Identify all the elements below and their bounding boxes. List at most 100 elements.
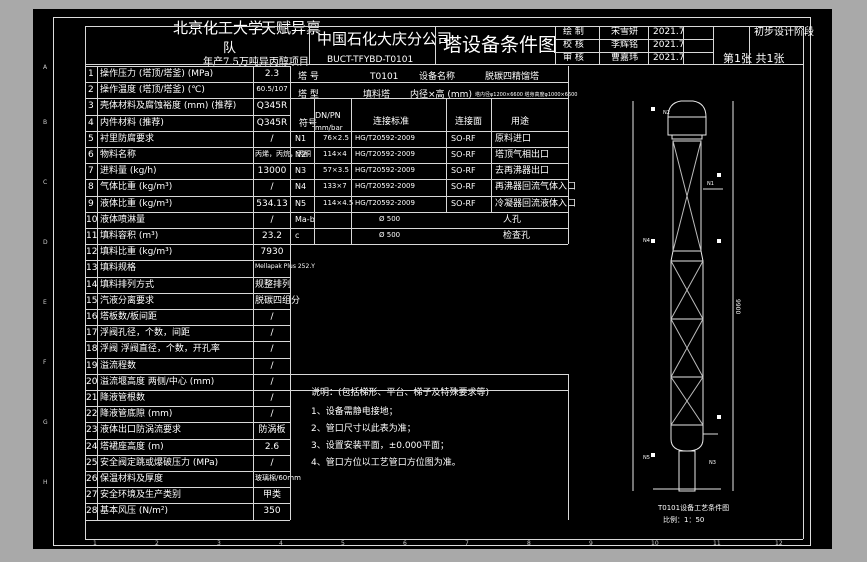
drawing-canvas: 北京化工大学 天赋异禀 队 年产7.5万吨异丙醇项目 中国石化大庆分公司 BUC… xyxy=(33,9,832,549)
nozzle-standard: HG/T20592-2009 xyxy=(355,133,415,142)
column-height: 9900 xyxy=(734,299,741,314)
grid-line xyxy=(85,438,290,440)
grid-line xyxy=(290,373,568,375)
column-drawing: 9900 N3 N1 N2 N4 N5 xyxy=(632,100,741,492)
param-no: 2 xyxy=(88,85,94,96)
param-no: 4 xyxy=(88,117,94,128)
grid-line xyxy=(290,244,568,246)
grid-line xyxy=(85,114,290,116)
grid-line xyxy=(290,130,568,132)
grid-line xyxy=(85,341,290,343)
param-value: / xyxy=(270,409,274,420)
doc-title: 塔设备条件图 xyxy=(443,34,558,56)
grid-line xyxy=(85,130,290,132)
grid-line xyxy=(555,52,713,53)
param-value: Q345R xyxy=(256,101,288,112)
grid-line xyxy=(85,26,803,27)
grid-line xyxy=(435,26,436,64)
param-no: 27 xyxy=(86,490,98,501)
grid-line xyxy=(85,66,290,67)
border-number: 4 xyxy=(279,540,283,547)
param-value: 60.5/107 xyxy=(256,85,288,94)
team-name-2: 队 xyxy=(223,41,237,56)
sign-name: 曹嘉玮 xyxy=(611,53,639,63)
grid-line xyxy=(290,163,568,165)
param-value: / xyxy=(270,344,274,355)
equip-name: 脱碳四精馏塔 xyxy=(485,72,540,82)
param-name: 填料比重 (kg/m³) xyxy=(100,247,173,258)
svg-text:N5: N5 xyxy=(643,455,650,461)
grid-line xyxy=(85,64,803,65)
param-value: 2.6 xyxy=(264,441,280,452)
equip-no: T0101 xyxy=(370,72,399,82)
grid-line xyxy=(85,454,290,456)
nozzle-standard: HG/T20592-2009 xyxy=(355,166,415,175)
param-value: / xyxy=(270,328,274,339)
nozzle-dn: 114×4 xyxy=(323,150,347,158)
param-no: 13 xyxy=(86,263,98,274)
param-no: 11 xyxy=(86,231,98,241)
param-value: / xyxy=(270,457,274,468)
param-value: / xyxy=(270,376,274,387)
param-no: 15 xyxy=(86,295,98,306)
grid-line xyxy=(568,373,569,520)
nozzle-face: SO-RF xyxy=(451,166,476,176)
param-name: 物料名称 xyxy=(100,150,137,160)
border-number: 5 xyxy=(341,540,345,547)
grid-line xyxy=(85,390,290,391)
param-value: 23.2 xyxy=(261,231,283,241)
param-name: 塔板数/板间距 xyxy=(100,312,158,322)
grid-line xyxy=(290,147,568,148)
drawing-caption: T0101设备工艺条件图 xyxy=(658,504,730,512)
nozzle-use: 塔顶气相出口 xyxy=(495,150,550,160)
param-name: 降液管底隙 (mm) xyxy=(100,409,173,420)
param-name: 液体比重 (kg/m³) xyxy=(100,198,173,209)
param-value: 13000 xyxy=(257,166,287,177)
grid-line xyxy=(351,98,352,245)
param-no: 7 xyxy=(88,166,94,177)
param-no: 24 xyxy=(86,441,98,452)
grid-line xyxy=(290,82,568,84)
nozzle-head-std: 连接标准 xyxy=(373,117,410,127)
grid-line xyxy=(290,66,291,520)
param-value: 甲类 xyxy=(262,490,281,501)
sheet-count: 第1张 共1张 xyxy=(723,52,785,65)
nozzle-symbol: N5 xyxy=(295,198,307,208)
param-value: / xyxy=(270,360,274,371)
param-no: 21 xyxy=(86,393,98,403)
param-no: 6 xyxy=(88,150,94,160)
company-name: 中国石化大庆分公司 xyxy=(317,30,453,48)
nozzle-dn: 114×4.5 xyxy=(323,198,354,207)
border-number: 6 xyxy=(403,540,407,547)
param-no: 22 xyxy=(86,409,98,420)
sign-date: 2021.7 xyxy=(653,27,685,37)
param-name: 壳体材料及腐蚀裕度 (mm) (推荐) xyxy=(100,101,237,112)
param-name: 基本风压 (N/m²) xyxy=(100,506,169,517)
svg-text:N1: N1 xyxy=(707,181,714,187)
sign-name: 宋雪妍 xyxy=(611,27,639,37)
grid-line xyxy=(85,373,290,375)
grid-line xyxy=(290,228,568,229)
grid-line xyxy=(491,98,492,212)
grid-line xyxy=(85,325,290,327)
grid-line xyxy=(85,228,290,229)
nozzle-standard: HG/T20592-2009 xyxy=(355,182,415,191)
param-value: Q345R xyxy=(256,117,288,128)
grid-line xyxy=(85,211,290,213)
nozzle-head-face: 连接面 xyxy=(455,117,483,127)
param-name: 浮阀 浮阀直径，个数，开孔率 xyxy=(100,344,220,355)
grid-line xyxy=(446,98,447,212)
grid-line xyxy=(648,26,649,64)
nozzle-standard: HG/T20592-2009 xyxy=(355,150,415,158)
param-no: 8 xyxy=(88,182,94,193)
grid-line xyxy=(85,487,290,489)
nozzle-dn: 76×2.5 xyxy=(323,133,349,142)
nozzle-standard: Ø 500 xyxy=(379,231,401,239)
nozzle-dn: 57×3.5 xyxy=(323,166,349,175)
border-number: 11 xyxy=(713,540,721,547)
param-value: 规整排列 xyxy=(255,279,292,290)
param-name: 操作温度 (塔顶/塔釜) (℃) xyxy=(100,85,205,96)
param-value: 350 xyxy=(263,506,281,517)
param-name: 降液管根数 xyxy=(100,393,146,403)
param-name: 液体喷淋量 xyxy=(100,214,146,225)
